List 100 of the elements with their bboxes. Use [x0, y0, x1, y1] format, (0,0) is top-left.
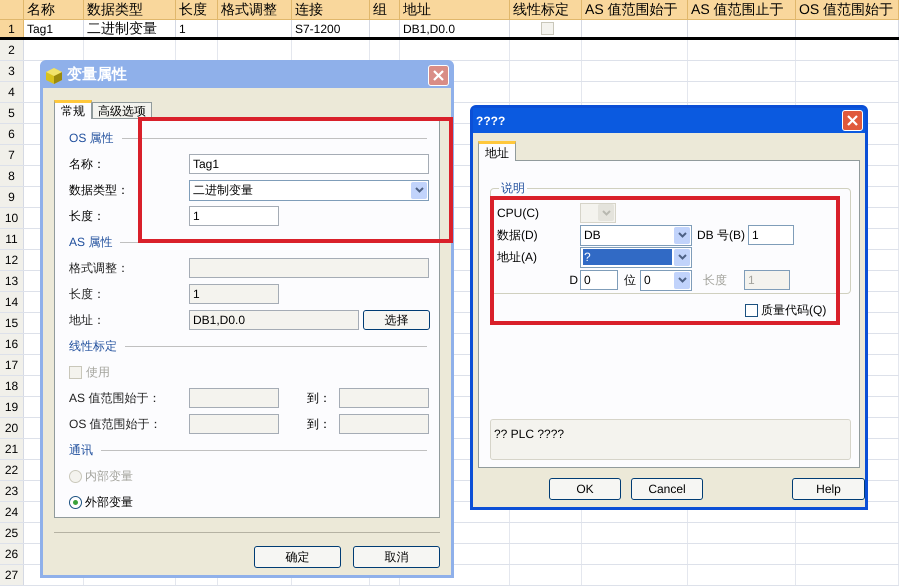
row-number[interactable]: 25 — [0, 523, 24, 543]
field-label: 位 — [624, 272, 636, 289]
input-field[interactable]: 1 — [189, 206, 279, 226]
table-cell-text: DB1,D0.0 — [403, 20, 456, 38]
field-label: 到： — [307, 416, 332, 433]
field-label: CPU(C) — [497, 204, 540, 222]
section-heading: 通讯 — [69, 442, 93, 459]
checkbox-label: 质量代码(Q) — [761, 302, 826, 319]
close-icon — [433, 70, 444, 81]
message-text: ?? PLC ???? — [494, 427, 564, 441]
field-label: 到： — [307, 390, 332, 407]
dropdown[interactable]: 0 — [640, 270, 692, 290]
row-number[interactable]: 4 — [0, 82, 24, 102]
chevron-down-icon — [674, 248, 690, 266]
row-number[interactable]: 1 — [0, 20, 24, 37]
close-button[interactable] — [842, 110, 863, 131]
close-button[interactable] — [428, 65, 449, 86]
dialog-button[interactable]: 确定 — [254, 546, 341, 568]
row-number[interactable]: 17 — [0, 355, 24, 375]
row-number[interactable]: 26 — [0, 544, 24, 564]
column-header[interactable]: 数据类型 — [84, 0, 176, 20]
dropdown[interactable]: 二进制变量 — [189, 180, 429, 200]
chevron-down-icon — [674, 272, 690, 288]
field-label: DB 号(B) — [697, 227, 745, 244]
section-heading: AS 属性 — [69, 234, 112, 251]
tab[interactable]: 高级选项 — [92, 102, 152, 118]
checkbox-label: 使用 — [86, 364, 110, 381]
tab[interactable]: 常规 — [54, 100, 92, 119]
field-label: OS 值范围始于： — [69, 416, 163, 433]
field-label: 数据类型： — [69, 182, 130, 199]
row-number[interactable]: 11 — [0, 229, 24, 249]
table-corner[interactable] — [0, 0, 24, 20]
table-cell-text: 二进制变量 — [87, 19, 157, 38]
input-field[interactable]: 1 — [748, 225, 794, 245]
row-number[interactable]: 21 — [0, 439, 24, 459]
window-title: 变量属性 — [67, 65, 127, 86]
chevron-down-icon — [598, 204, 614, 221]
row-number[interactable]: 12 — [0, 250, 24, 270]
column-header[interactable]: 长度 — [176, 0, 218, 20]
field-label: 格式调整： — [69, 260, 130, 277]
row-number[interactable]: 27 — [0, 565, 24, 585]
table-cell-text: Tag1 — [27, 20, 54, 38]
column-header[interactable]: AS 值范围始于 — [582, 0, 688, 20]
row-number[interactable]: 19 — [0, 397, 24, 417]
field-label: D — [569, 272, 578, 289]
row-number[interactable]: 14 — [0, 292, 24, 312]
row-number[interactable]: 13 — [0, 271, 24, 291]
field-label: 长度： — [69, 208, 106, 225]
row-number[interactable]: 23 — [0, 481, 24, 501]
row-number[interactable]: 9 — [0, 187, 24, 207]
column-header[interactable]: 线性标定 — [510, 0, 582, 20]
field-label: 地址： — [69, 312, 106, 329]
row-number[interactable]: 10 — [0, 208, 24, 228]
field-label: AS 值范围始于： — [69, 390, 162, 407]
tab[interactable]: 地址 — [478, 141, 516, 161]
row-number[interactable]: 6 — [0, 124, 24, 144]
column-header[interactable]: 连接 — [292, 0, 370, 20]
radio-label: 外部变量 — [85, 494, 133, 511]
section-heading: OS 属性 — [69, 130, 114, 147]
checkbox[interactable] — [745, 304, 758, 316]
field-label: 名称： — [69, 156, 106, 173]
column-header[interactable]: 组 — [370, 0, 400, 20]
dialog-button[interactable]: Cancel — [631, 478, 703, 500]
dialog-button[interactable]: 取消 — [353, 546, 440, 568]
table-cell-text: S7-1200 — [295, 20, 340, 38]
dropdown[interactable] — [580, 202, 616, 222]
input-field[interactable]: 0 — [580, 270, 618, 290]
column-header[interactable]: 地址 — [400, 0, 510, 20]
row-number[interactable]: 5 — [0, 103, 24, 123]
field-label: 数据(D) — [497, 227, 539, 244]
input-field[interactable]: Tag1 — [189, 154, 429, 174]
window-title: ???? — [476, 112, 506, 130]
row-number[interactable]: 18 — [0, 376, 24, 396]
cube-icon — [45, 66, 63, 84]
column-header[interactable]: AS 值范围止于 — [688, 0, 796, 20]
field-label: 地址(A) — [497, 249, 538, 266]
dropdown[interactable]: ? — [580, 246, 692, 268]
row-number[interactable]: 2 — [0, 40, 24, 60]
row-number[interactable]: 20 — [0, 418, 24, 438]
row-number[interactable]: 24 — [0, 502, 24, 522]
row-number[interactable]: 7 — [0, 145, 24, 165]
table-cell-text: 1 — [179, 20, 186, 38]
row-number[interactable]: 16 — [0, 334, 24, 354]
section-heading: 线性标定 — [69, 338, 117, 355]
column-header[interactable]: 格式调整 — [218, 0, 292, 20]
row-number[interactable]: 8 — [0, 166, 24, 186]
row-number[interactable]: 3 — [0, 61, 24, 81]
radio-button[interactable] — [69, 496, 82, 508]
row-number[interactable]: 22 — [0, 460, 24, 480]
group-title: 说明 — [500, 180, 526, 197]
dialog-button[interactable]: OK — [549, 478, 621, 500]
column-header[interactable]: 名称 — [24, 0, 84, 20]
dialog-button[interactable]: Help — [792, 478, 865, 500]
column-header[interactable]: OS 值范围始于 — [796, 0, 899, 20]
field-label: 长度： — [69, 286, 106, 303]
row-number[interactable]: 15 — [0, 313, 24, 333]
dropdown[interactable]: DB — [580, 224, 692, 246]
close-icon — [847, 115, 858, 126]
radio-label: 内部变量 — [85, 468, 133, 485]
chevron-down-icon — [674, 226, 690, 244]
